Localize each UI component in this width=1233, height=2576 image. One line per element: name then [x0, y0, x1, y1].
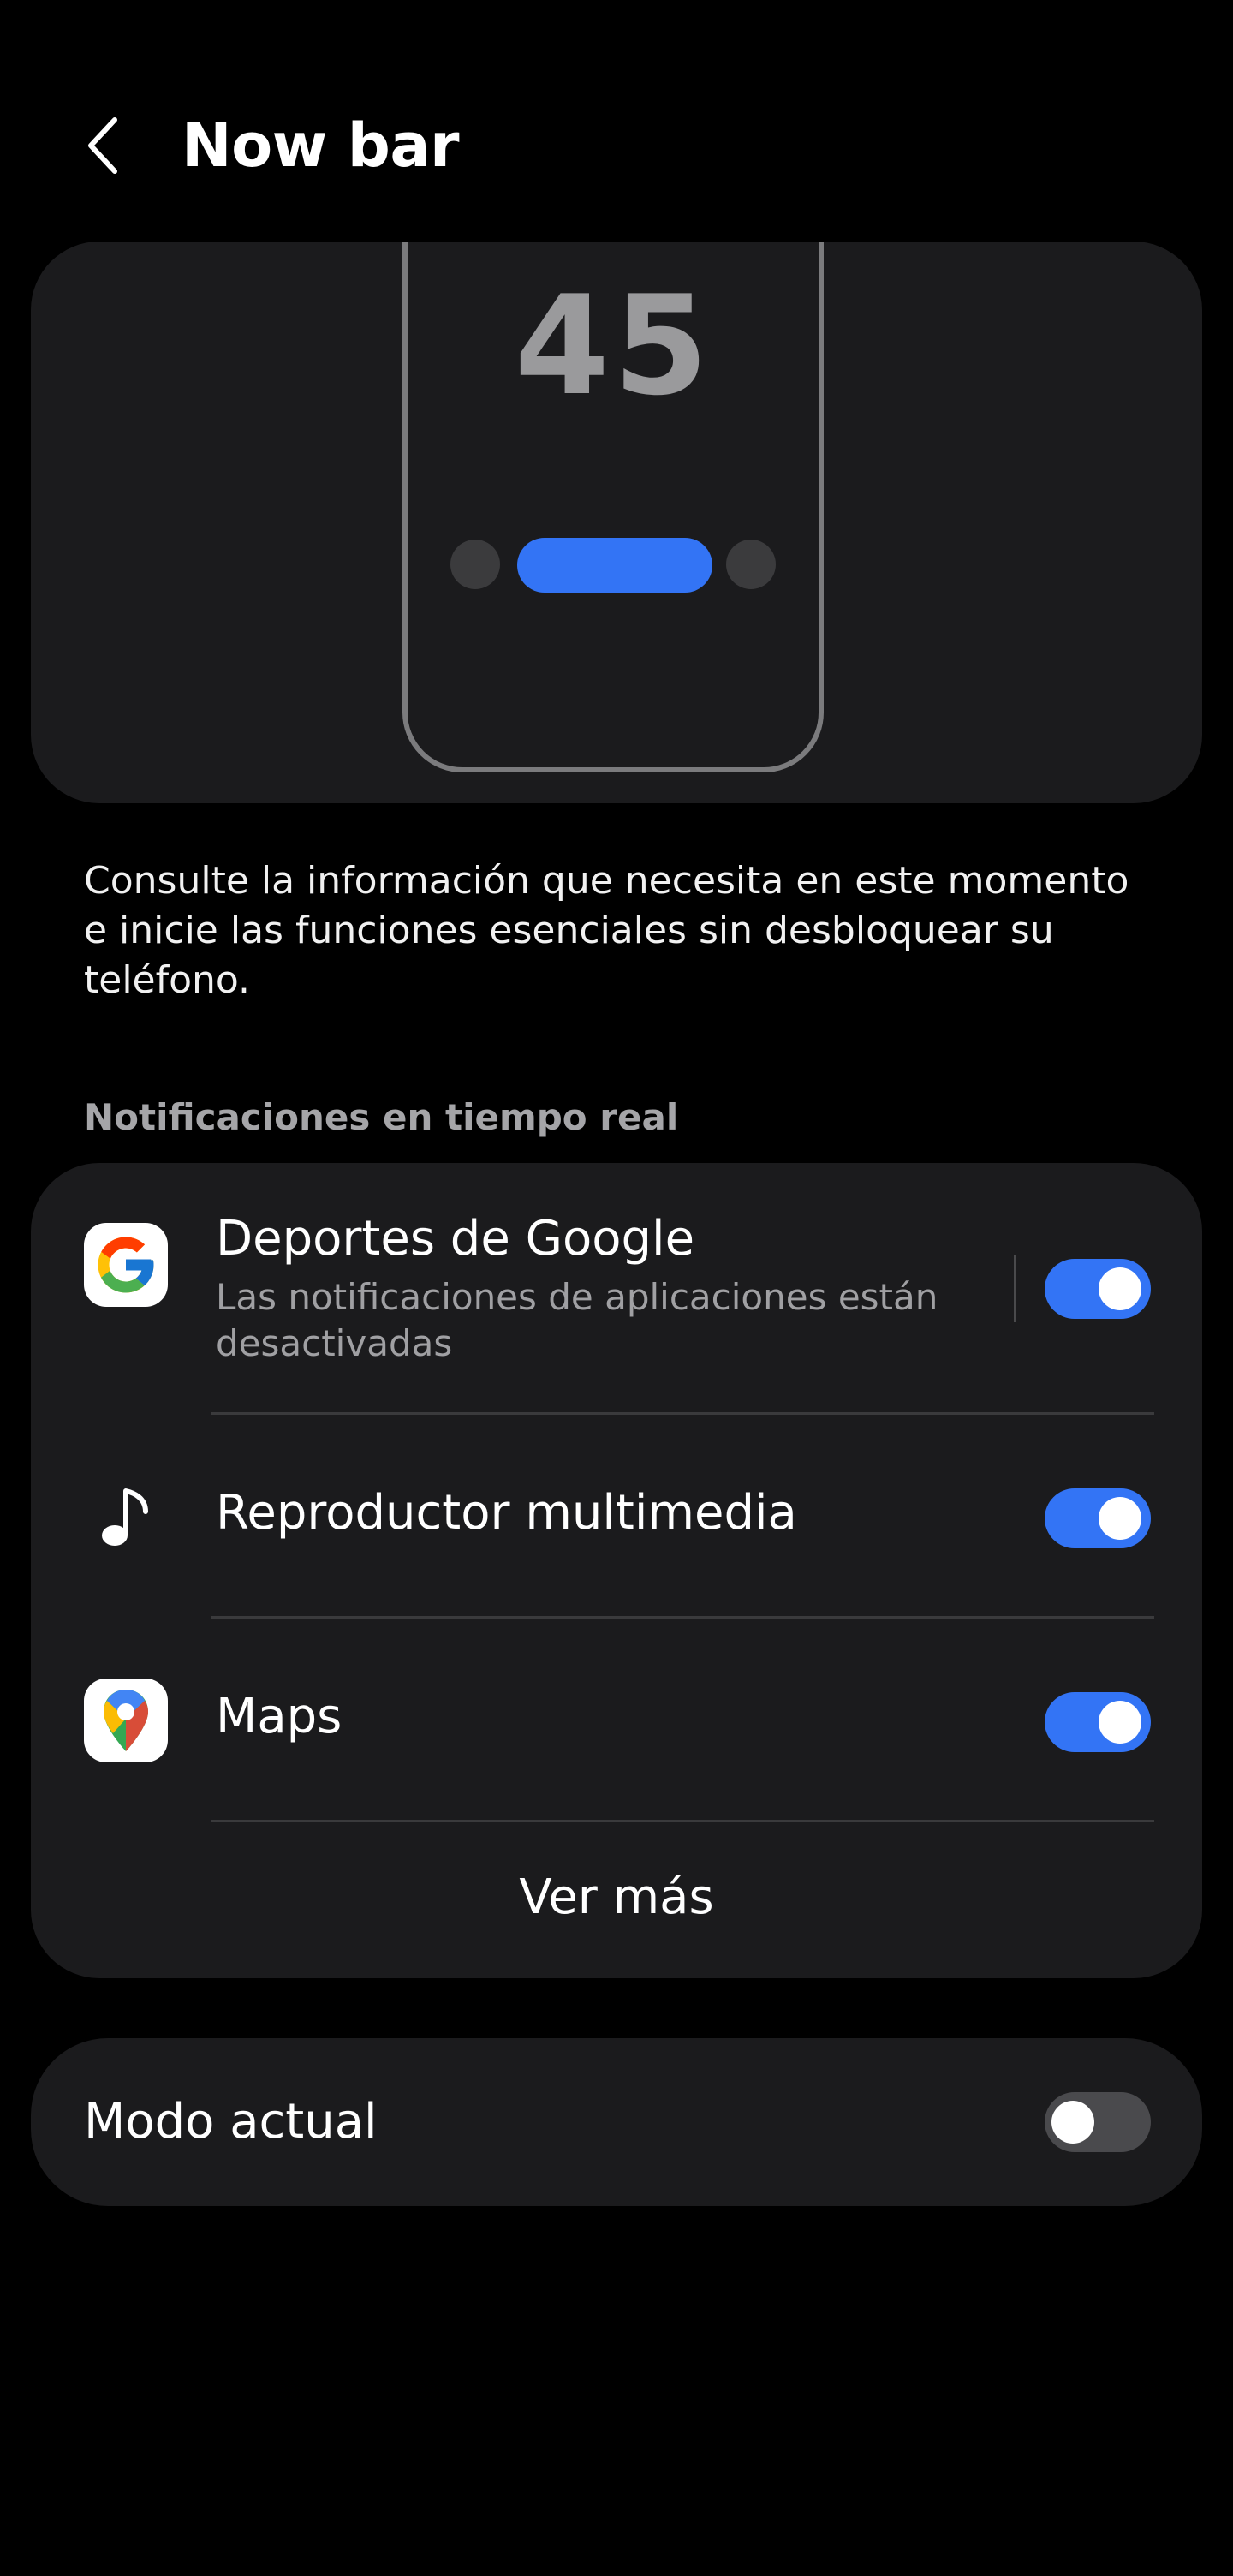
current-mode-card[interactable]: Modo actual — [31, 2038, 1202, 2206]
toggle-knob — [1099, 1701, 1141, 1744]
now-bar-dot-left — [450, 540, 500, 589]
now-bar-pill — [517, 538, 712, 593]
google-maps-icon — [84, 1679, 168, 1762]
section-header-live-notifications: Notificaciones en tiempo real — [84, 1096, 679, 1138]
deportes-de-google-toggle[interactable] — [1045, 1259, 1151, 1319]
clock-digits: 45 — [514, 265, 712, 426]
row-title: Reproductor multimedia — [216, 1485, 797, 1541]
row-title: Deportes de Google — [216, 1211, 695, 1267]
feature-description: Consulte la información que necesita en … — [84, 859, 1129, 1002]
maps-toggle[interactable] — [1045, 1692, 1151, 1752]
list-item-deportes-de-google[interactable]: Deportes de Google Las notificaciones de… — [31, 1163, 1202, 1415]
google-g-icon — [84, 1223, 168, 1307]
now-bar-dot-right — [726, 540, 776, 589]
toggle-knob — [1099, 1497, 1141, 1540]
chevron-left-icon — [88, 117, 117, 174]
music-note-icon — [84, 1475, 168, 1559]
current-mode-toggle[interactable] — [1045, 2092, 1151, 2152]
page-title: Now bar — [182, 110, 460, 181]
now-bar-preview: 45 — [31, 242, 1202, 803]
toggle-knob — [1099, 1267, 1141, 1310]
toggle-knob — [1051, 2101, 1094, 2144]
see-more-button[interactable]: Ver más — [31, 1822, 1202, 1978]
list-item-reproductor-multimedia[interactable]: Reproductor multimedia — [31, 1415, 1202, 1619]
app-header: Now bar — [0, 0, 1233, 240]
list-item-maps[interactable]: Maps — [31, 1619, 1202, 1822]
row-title: Maps — [216, 1689, 342, 1744]
row-subtitle: Las notificaciones de aplicaciones están… — [216, 1276, 938, 1364]
live-notifications-list: Deportes de Google Las notificaciones de… — [31, 1163, 1202, 1978]
see-more-row: Ver más — [31, 1822, 1202, 1978]
vertical-divider — [1014, 1255, 1016, 1322]
phone-illustration: 45 — [402, 242, 824, 772]
back-button[interactable] — [68, 103, 137, 188]
current-mode-label: Modo actual — [84, 2094, 378, 2150]
reproductor-multimedia-toggle[interactable] — [1045, 1488, 1151, 1548]
